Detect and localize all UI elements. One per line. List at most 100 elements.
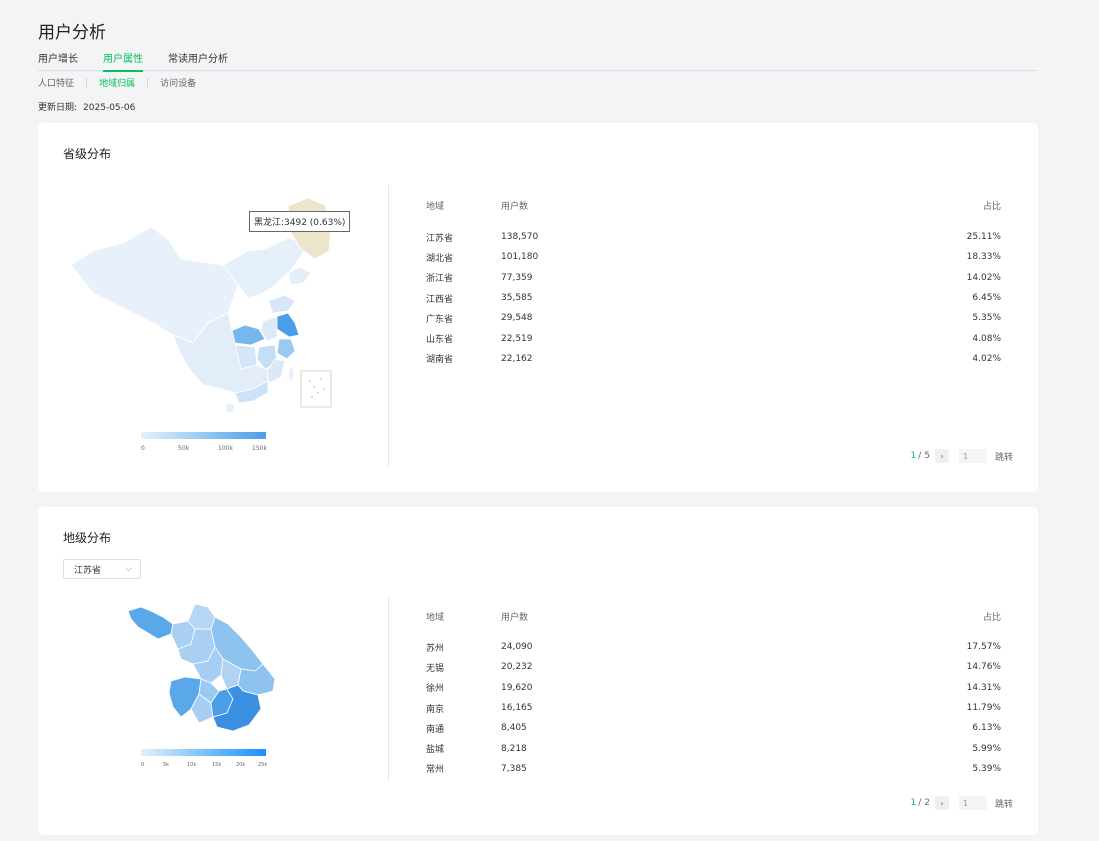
city-distribution-card: 地级分布 江苏省 ⌵ 0 5k 10k 15k 20k 25k 地域 用户数 占… <box>38 507 1038 835</box>
table-row: 广东省 29,548 5.35% <box>426 308 1001 328</box>
province-table-header: 地域 用户数 占比 <box>426 199 1001 213</box>
cell-users: 29,548 <box>501 313 533 324</box>
card-divider <box>388 596 389 782</box>
map-region-jiangsu[interactable] <box>274 312 300 338</box>
tab-user-growth[interactable]: 用户增长 <box>38 50 78 70</box>
update-date-label: 更新日期: <box>38 103 78 113</box>
city-card-title: 地级分布 <box>63 531 112 545</box>
table-row: 浙江省 77,359 14.02% <box>426 268 1001 288</box>
map-city-lianyungang[interactable] <box>187 603 216 630</box>
city-legend-label: 10k <box>187 762 197 768</box>
table-row: 南京 16,165 11.79% <box>426 698 1001 718</box>
province-card-title: 省级分布 <box>63 147 112 161</box>
cell-users: 77,359 <box>501 272 533 283</box>
pager-next-button[interactable]: › <box>934 449 949 463</box>
subtab-devices[interactable]: 访问设备 <box>160 76 196 89</box>
cell-region: 湖南省 <box>426 355 454 366</box>
city-pager: 1/2 › 跳转 <box>910 796 1013 810</box>
cell-share: 5.99% <box>972 743 1001 754</box>
page-title: 用户分析 <box>38 23 106 43</box>
cell-region: 南通 <box>426 724 445 735</box>
table-row: 盐城 8,218 5.99% <box>426 738 1001 758</box>
table-row: 苏州 24,090 17.57% <box>426 637 1001 657</box>
map-tooltip: 黑龙江:3492 (0.63%) <box>249 211 351 232</box>
province-select[interactable]: 江苏省 ⌵ <box>63 559 141 579</box>
cell-region: 常州 <box>426 765 445 776</box>
cell-region: 广东省 <box>426 314 454 325</box>
cell-share: 25.11% <box>966 232 1001 243</box>
cell-share: 18.33% <box>966 252 1001 263</box>
cell-users: 16,165 <box>501 703 533 714</box>
map-region-zhejiang[interactable] <box>276 338 296 360</box>
pager-page-input[interactable] <box>958 449 987 463</box>
province-legend-label: 0 <box>141 445 145 452</box>
province-select-value: 江苏省 <box>74 565 102 576</box>
pager-next-button[interactable]: › <box>934 796 949 810</box>
pager-total: 2 <box>924 798 930 808</box>
subtab-separator: | <box>85 77 89 88</box>
cell-share: 5.35% <box>972 313 1001 324</box>
cell-users: 101,180 <box>501 252 539 263</box>
pager-current: 1 <box>910 451 917 461</box>
table-row: 山东省 22,519 4.08% <box>426 328 1001 348</box>
map-region-shandong[interactable] <box>267 294 296 314</box>
map-region-liaoning[interactable] <box>287 266 312 286</box>
city-legend-label: 25k <box>258 762 268 768</box>
subtab-separator: | <box>146 77 150 88</box>
city-legend-label: 5k <box>163 762 170 768</box>
province-legend-bar <box>141 432 266 439</box>
chevron-right-icon: › <box>940 798 944 808</box>
south-china-sea-inset <box>300 370 332 408</box>
cell-users: 7,385 <box>501 763 527 774</box>
province-legend-label: 150k <box>252 445 267 452</box>
cell-region: 徐州 <box>426 684 445 695</box>
subtab-region[interactable]: 地域归属 <box>99 76 135 89</box>
map-region-hubei[interactable] <box>230 324 266 346</box>
cell-region: 无锡 <box>426 663 445 674</box>
update-date: 更新日期: 2025-05-06 <box>38 100 135 113</box>
table-row: 江西省 35,585 6.45% <box>426 288 1001 308</box>
province-table: 地域 用户数 占比 江苏省 138,570 25.11% 湖北省 101,180 18.… <box>426 199 1001 369</box>
city-legend-label: 0 <box>141 762 145 768</box>
pager-slash: / <box>918 798 922 808</box>
city-legend-label: 15k <box>212 762 222 768</box>
cell-share: 11.79% <box>966 703 1001 714</box>
table-row: 徐州 19,620 14.31% <box>426 678 1001 698</box>
cell-share: 4.02% <box>972 353 1001 364</box>
col-header-region: 地域 <box>426 202 445 212</box>
tab-user-attributes[interactable]: 用户属性 <box>103 50 143 72</box>
cell-region: 苏州 <box>426 643 445 654</box>
sub-tabs: 人口特征 | 地域归属 | 访问设备 <box>38 76 196 90</box>
cell-users: 8,218 <box>501 743 527 754</box>
update-date-value: 2025-05-06 <box>83 103 136 113</box>
table-row: 南通 8,405 6.13% <box>426 718 1001 738</box>
cell-share: 14.76% <box>966 662 1001 673</box>
main-tabs: 用户增长 用户属性 常读用户分析 <box>38 50 1038 72</box>
pager-jump-button[interactable]: 跳转 <box>995 450 1013 463</box>
cell-region: 江苏省 <box>426 233 454 244</box>
cell-share: 14.31% <box>966 682 1001 693</box>
map-city-xuzhou[interactable] <box>127 606 174 640</box>
table-row: 湖北省 101,180 18.33% <box>426 247 1001 267</box>
cell-users: 8,405 <box>501 723 527 734</box>
pager-page-input[interactable] <box>958 796 987 810</box>
pager-slash: / <box>918 451 922 461</box>
subtab-demographics[interactable]: 人口特征 <box>38 76 74 89</box>
col-header-region: 地域 <box>426 613 445 623</box>
cell-share: 14.02% <box>966 272 1001 283</box>
tab-frequent-reader-analysis[interactable]: 常读用户分析 <box>168 50 228 70</box>
jiangsu-map[interactable] <box>123 599 283 739</box>
province-distribution-card: 省级分布 黑龙江:3492 (0.63%) 0 50k 100k 150k 地域… <box>38 123 1038 492</box>
cell-region: 山东省 <box>426 335 454 346</box>
cell-users: 35,585 <box>501 293 533 304</box>
cell-users: 24,090 <box>501 642 533 653</box>
table-row: 无锡 20,232 14.76% <box>426 657 1001 677</box>
city-legend-bar <box>141 749 266 756</box>
pager-jump-button[interactable]: 跳转 <box>995 797 1013 810</box>
city-table: 地域 用户数 占比 苏州 24,090 17.57% 无锡 20,232 14.76% … <box>426 610 1001 779</box>
cell-users: 22,162 <box>501 353 533 364</box>
chevron-right-icon: › <box>940 451 944 461</box>
pager-current: 1 <box>910 798 917 808</box>
map-region-hainan[interactable] <box>224 402 236 414</box>
map-region-taiwan[interactable] <box>288 366 295 382</box>
